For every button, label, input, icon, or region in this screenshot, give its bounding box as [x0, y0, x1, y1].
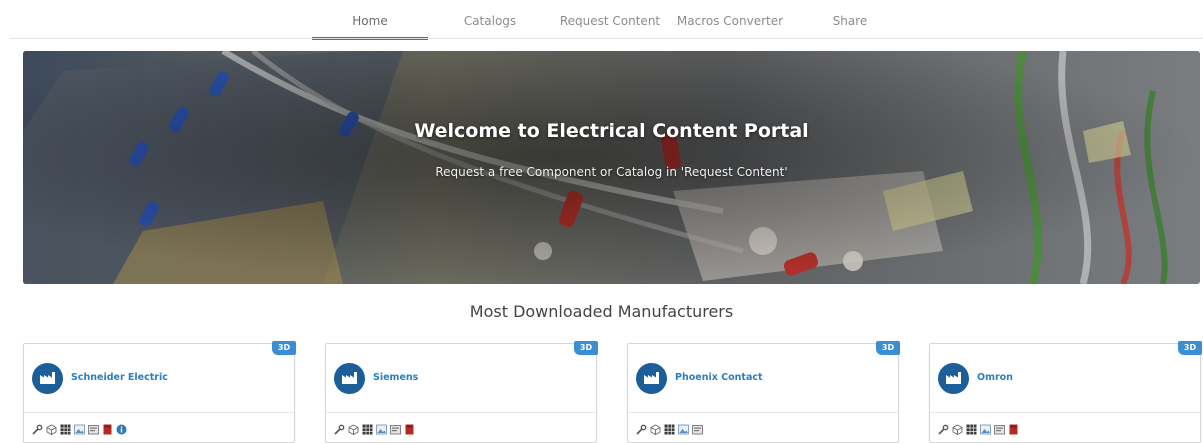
factory-icon [32, 363, 63, 394]
manufacturer-name-link[interactable]: Schneider Electric [71, 372, 168, 383]
image-icon[interactable] [678, 420, 689, 434]
factory-icon [334, 363, 365, 394]
hero-subtitle: Request a free Component or Catalog in '… [435, 165, 788, 179]
book-icon[interactable] [1008, 420, 1019, 434]
3d-badge: 3D [1178, 341, 1202, 355]
grid-icon[interactable] [966, 420, 977, 434]
card-divider [930, 412, 1200, 413]
image-icon[interactable] [74, 420, 85, 434]
tab-label: Catalogs [463, 14, 517, 28]
tab-macros-converter[interactable]: Macros Converter [674, 0, 786, 40]
grid-icon[interactable] [362, 420, 373, 434]
tab-home[interactable]: Home [312, 0, 428, 40]
book-icon[interactable] [102, 420, 113, 434]
hero-title: Welcome to Electrical Content Portal [414, 120, 809, 142]
manufacturer-name-link[interactable]: Siemens [373, 372, 418, 383]
wrench-icon[interactable] [334, 420, 345, 435]
nav-divider [10, 38, 1203, 39]
card-divider [628, 412, 898, 413]
box-icon[interactable] [692, 420, 703, 434]
section-title: Most Downloaded Manufacturers [469, 302, 734, 321]
manufacturer-card[interactable]: 3D Schneider Electric [23, 341, 296, 443]
manufacturer-name-link[interactable]: Phoenix Contact [675, 372, 763, 383]
box-icon[interactable] [994, 420, 1005, 434]
content-type-icons [32, 419, 127, 435]
content-type-icons [938, 419, 1019, 435]
tab-share[interactable]: Share [806, 0, 894, 40]
manufacturer-card[interactable]: 3D Siemens [325, 341, 598, 443]
grid-icon[interactable] [60, 420, 71, 434]
tab-label: Home [352, 14, 388, 28]
info-icon[interactable] [116, 420, 127, 434]
tab-label: Macros Converter [676, 14, 784, 28]
tab-label: Share [832, 14, 868, 28]
manufacturer-card[interactable]: 3D Omron [929, 341, 1202, 443]
hero-banner: Welcome to Electrical Content Portal Req… [23, 51, 1200, 284]
cube-icon[interactable] [952, 420, 963, 435]
manufacturer-name-link[interactable]: Omron [977, 372, 1013, 383]
image-icon[interactable] [980, 420, 991, 434]
card-divider [326, 412, 596, 413]
factory-icon [938, 363, 969, 394]
tab-request-content[interactable]: Request Content [555, 0, 665, 40]
book-icon[interactable] [404, 420, 415, 434]
box-icon[interactable] [390, 420, 401, 434]
cube-icon[interactable] [650, 420, 661, 435]
wrench-icon[interactable] [32, 420, 43, 435]
3d-badge: 3D [574, 341, 598, 355]
content-type-icons [334, 419, 415, 435]
wrench-icon[interactable] [636, 420, 647, 435]
wrench-icon[interactable] [938, 420, 949, 435]
manufacturer-card[interactable]: 3D Phoenix Contact [627, 341, 900, 443]
cube-icon[interactable] [348, 420, 359, 435]
grid-icon[interactable] [664, 420, 675, 434]
tab-catalogs[interactable]: Catalogs [442, 0, 538, 40]
card-divider [24, 412, 294, 413]
image-icon[interactable] [376, 420, 387, 434]
3d-badge: 3D [876, 341, 900, 355]
cube-icon[interactable] [46, 420, 57, 435]
content-type-icons [636, 419, 703, 435]
tab-label: Request Content [559, 14, 661, 28]
3d-badge: 3D [272, 341, 296, 355]
factory-icon [636, 363, 667, 394]
top-nav: Home Catalogs Request Content Macros Con… [0, 0, 1203, 40]
box-icon[interactable] [88, 420, 99, 434]
